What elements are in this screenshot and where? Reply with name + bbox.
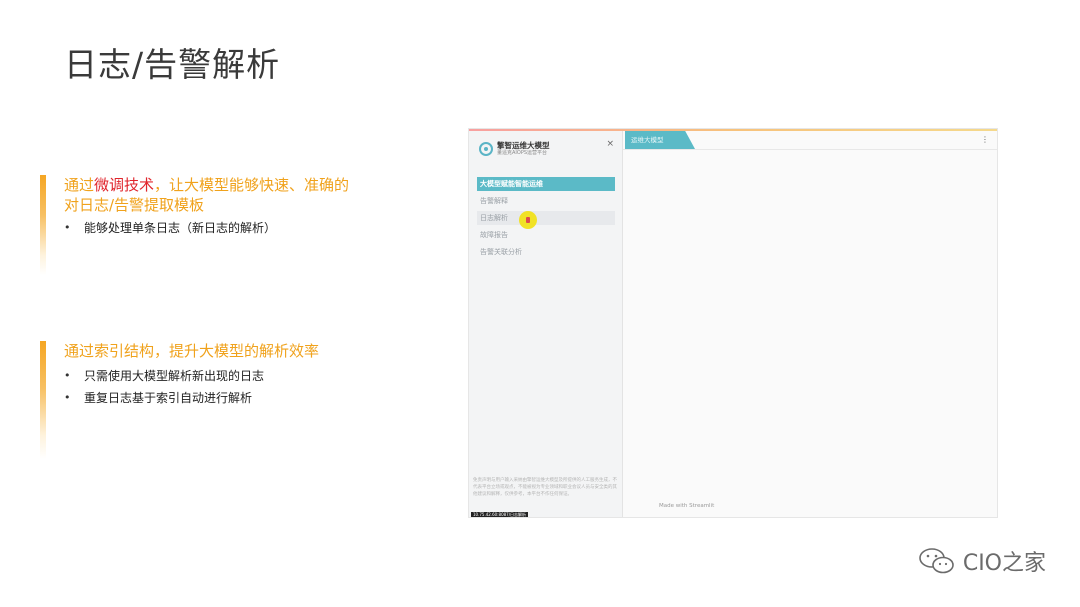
tab-ops-model[interactable]: 运维大模型 [625, 131, 695, 149]
app-screenshot: 擎智运维大模型 董遥克AIOPS运营平台 × 大模型赋能智能运维 告警解释 日志… [468, 128, 998, 518]
point-heading: 通过微调技术，让大模型能够快速、准确的 对日志/告警提取模板 [64, 175, 349, 215]
app-brand: 擎智运维大模型 董遥克AIOPS运营平台 [479, 141, 550, 157]
bullet-item: 重复日志基于索引自动进行解析 [64, 387, 264, 409]
bullet-list: 只需使用大模型解析新出现的日志 重复日志基于索引自动进行解析 [64, 365, 264, 409]
sidebar-item-intelligent-ops[interactable]: 大模型赋能智能运维 [477, 177, 615, 191]
brand-subtitle: 董遥克AIOPS运营平台 [497, 150, 548, 156]
bullet-item: 只需使用大模型解析新出现的日志 [64, 365, 264, 387]
watermark-text: CIO之家 [962, 551, 1046, 576]
heading-highlight: 微调技术 [94, 176, 155, 194]
bullet-item: 能够处理单条日志（新日志的解析） [64, 217, 276, 239]
heading-post: ，让大模型能够快速、准确的 [154, 176, 350, 194]
sidebar-item-alert-correlation[interactable]: 告警关联分析 [477, 245, 615, 259]
point-heading: 通过索引结构，提升大模型的解析效率 [64, 342, 320, 360]
menu-kebab-icon[interactable]: ⋮ [981, 135, 989, 144]
sidebar-item-alert-explain[interactable]: 告警解释 [477, 194, 615, 208]
app-footer: Made with Streamlit [659, 503, 715, 509]
bullet-list: 能够处理单条日志（新日志的解析） [64, 217, 276, 239]
close-icon[interactable]: × [606, 139, 614, 149]
url-tag: 10.75.42.60:8087/日志解析 [471, 512, 529, 517]
brand-logo-icon [479, 142, 493, 156]
tab-divider [623, 149, 997, 150]
app-sidebar: 擎智运维大模型 董遥克AIOPS运营平台 × 大模型赋能智能运维 告警解释 日志… [469, 131, 623, 517]
point-accent-bar [40, 341, 46, 459]
sidebar-item-fault-report[interactable]: 故障报告 [477, 228, 615, 242]
heading-line2: 对日志/告警提取模板 [64, 196, 205, 214]
watermark: CIO之家 [917, 545, 1046, 577]
mouse-cursor-icon [519, 211, 537, 229]
wechat-icon [919, 548, 954, 574]
sidebar-item-log-parse[interactable]: 日志解析 [477, 211, 615, 225]
heading-pre: 通过 [64, 176, 95, 194]
disclaimer-text: 免责声明与用户输入采纳由擎智运维大模型及所提供的人工服务生成，不代表平台立场或观… [473, 478, 617, 497]
point-accent-bar [40, 175, 46, 275]
slide-title: 日志/告警解析 [64, 45, 281, 84]
brand-name: 擎智运维大模型 [497, 141, 550, 150]
